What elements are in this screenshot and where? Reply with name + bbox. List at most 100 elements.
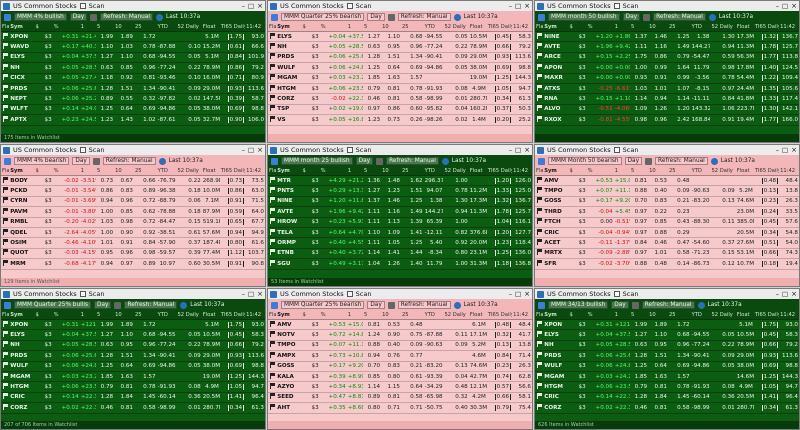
column-header[interactable]: Sym — [543, 168, 568, 174]
filter-icon[interactable] — [4, 13, 11, 21]
column-header[interactable]: 10 — [648, 312, 668, 318]
table-row[interactable]: AMV $3 +0.53+15.01% 0.81 0.53 0.48 6.1M 0.48 48.… — [268, 320, 532, 331]
flag-icon[interactable] — [268, 187, 276, 195]
minimize-icon[interactable]: – — [509, 290, 512, 298]
refresh-dropdown[interactable]: Refresh: Manual — [397, 13, 451, 21]
table-row[interactable]: PNTS$3+0.29+13.19%1.271.231.5194.070.781… — [268, 186, 532, 197]
column-header[interactable]: Sym — [543, 312, 568, 318]
column-header[interactable]: 10 — [381, 24, 401, 30]
table-row[interactable]: PRDS $3 +0.06+25.60% 1.28 1.51 1.34-90.41 0.09… — [268, 53, 532, 64]
flag-icon[interactable] — [1, 372, 9, 381]
column-header[interactable]: 1 — [347, 312, 363, 318]
column-header[interactable]: Float — [202, 168, 220, 174]
table-row[interactable]: TELA $3 +0.64+4.70% 1.10 1.09 1.41-12.11 0.823… — [268, 228, 532, 239]
period-dropdown[interactable]: Day — [624, 157, 643, 165]
flag-icon[interactable] — [268, 105, 276, 113]
column-header[interactable]: Float — [736, 168, 754, 174]
column-header[interactable]: 25 — [134, 24, 157, 30]
column-header[interactable]: 10 — [381, 168, 401, 174]
settings-icon[interactable] — [90, 13, 98, 21]
table-row[interactable]: PAVM $3 -0.01-3.80% 1.00 0.85 0.62-78.88 0.188… — [1, 207, 265, 218]
minimize-icon[interactable]: – — [242, 146, 245, 154]
flag-icon[interactable] — [1, 105, 9, 113]
column-header[interactable]: 52 Daily — [443, 24, 468, 30]
flag-icon[interactable] — [268, 239, 276, 247]
scan-checkbox[interactable] — [346, 147, 353, 153]
column-header[interactable]: Flag — [268, 168, 276, 174]
flag-icon[interactable] — [1, 74, 9, 82]
minimize-icon[interactable]: – — [776, 2, 779, 10]
table-row[interactable]: CRIC $3 +0.14+22.34% 1.28 1.84 1.45-60.14 0.36… — [1, 393, 265, 404]
flag-icon[interactable] — [268, 228, 276, 237]
settings-icon[interactable] — [114, 301, 122, 309]
refresh-dropdown[interactable]: Refresh: Manual — [100, 13, 153, 21]
filter-icon[interactable] — [538, 301, 545, 309]
flag-icon[interactable] — [268, 53, 276, 61]
column-header[interactable]: 10 — [381, 312, 401, 318]
filter-icon[interactable] — [271, 301, 278, 309]
table-row[interactable]: GOSS $3 +0.17+9.20% 0.70 0.83 0.21-83.20 0.137… — [535, 197, 799, 208]
maximize-icon[interactable]: □ — [515, 146, 521, 154]
panel-titlebar[interactable]: US Common Stocks Scan – □ × — [1, 145, 265, 155]
period-dropdown[interactable]: Day — [69, 13, 88, 21]
close-icon[interactable]: × — [524, 2, 530, 10]
column-header[interactable]: 25 — [134, 312, 157, 318]
period-dropdown[interactable]: Day — [367, 301, 385, 309]
filter-icon[interactable] — [271, 157, 278, 165]
panel-titlebar[interactable]: US Common Stocks Scan – □ × — [535, 289, 799, 299]
column-header[interactable]: YTD — [157, 24, 177, 30]
table-row[interactable]: AZYO $3 +0.34+8.93% 1.14 1.15 0.64-34.29 0.481… — [268, 382, 532, 393]
column-header[interactable]: Sym — [276, 168, 301, 174]
table-row[interactable]: SGU $3 +0.49+3.17% 1.04 1.26 1.4011.79 1.0031.… — [268, 259, 532, 270]
flag-icon[interactable] — [535, 105, 543, 113]
strategy-dropdown[interactable]: MMM Quarter 25% bearish — [281, 13, 365, 21]
column-header[interactable]: 10 — [114, 24, 134, 30]
column-header[interactable]: % — [53, 312, 80, 318]
column-header[interactable]: Flag — [535, 168, 543, 174]
settings-icon[interactable] — [92, 157, 100, 165]
close-icon[interactable]: × — [791, 2, 797, 10]
settings-icon[interactable] — [387, 301, 395, 309]
flag-icon[interactable] — [535, 95, 543, 103]
flag-icon[interactable] — [268, 74, 276, 82]
column-header[interactable]: 1 — [614, 312, 630, 318]
table-row[interactable]: ELYS $3 +0.04+37.50% 1.27 1.10 0.68-94.55 0.05… — [1, 330, 265, 341]
panel-titlebar[interactable]: US Common Stocks Scan – □ × — [535, 1, 799, 11]
panel-titlebar[interactable]: US Common Stocks Scan – □ × — [268, 1, 532, 11]
column-header[interactable]: YTD — [424, 312, 444, 318]
table-row[interactable]: PRDS $3 +0.06+25.60% 1.28 1.51 1.34-90.41 0.09… — [1, 351, 265, 362]
column-header[interactable]: 5 — [96, 24, 114, 30]
table-row[interactable]: BODY $3 -0.02-3.51% 0.73 0.67 0.66-76.79 0.222… — [1, 176, 265, 187]
table-row[interactable]: XPON $3 +0.31+21.41% 1.99 1.89 1.72 5.1M 1.75 93… — [1, 32, 265, 43]
flag-icon[interactable] — [268, 331, 276, 339]
close-icon[interactable]: × — [524, 146, 530, 154]
table-row[interactable]: NINE $3 +1.20+1.86% 1.37 1.46 1.25 1.38 1.3017.… — [535, 32, 799, 43]
column-header[interactable]: Float — [469, 312, 487, 318]
maximize-icon[interactable]: □ — [248, 146, 254, 154]
table-row[interactable]: RNA$3+0.15+1.10%1.140.941.14-11.110.8441… — [535, 94, 799, 105]
flag-icon[interactable] — [268, 95, 276, 103]
maximize-icon[interactable]: □ — [782, 290, 788, 298]
table-row[interactable]: QDEL $3 -2.64-4.05% 1.00 0.90 0.92-38.51 0.615… — [1, 228, 265, 239]
close-icon[interactable]: × — [257, 290, 263, 298]
strategy-dropdown[interactable]: MMM 4% bearish — [14, 157, 70, 165]
flag-icon[interactable] — [535, 362, 543, 370]
flag-icon[interactable] — [268, 249, 276, 257]
table-row[interactable]: ELYS $3 +0.04+37.50% 1.27 1.10 0.68-94.55 0.05… — [268, 32, 532, 43]
column-header[interactable]: 5 — [363, 168, 381, 174]
strategy-dropdown[interactable]: MMM Quarter 25% bearish — [281, 301, 365, 309]
table-row[interactable]: NOTV $3 +0.72+14.88% 1.24 0.90 0.75-87.88 0.11… — [268, 330, 532, 341]
column-header[interactable]: TI65 Daily — [487, 312, 512, 318]
column-header[interactable]: 52 Daily — [710, 312, 735, 318]
flag-icon[interactable] — [268, 320, 276, 329]
column-header[interactable]: 10 — [648, 24, 668, 30]
column-header[interactable]: 25 — [401, 168, 424, 174]
flag-icon[interactable] — [535, 115, 543, 124]
column-header[interactable]: $ — [35, 24, 53, 30]
column-header[interactable]: YTD — [424, 168, 444, 174]
flag-icon[interactable] — [535, 53, 543, 61]
flag-icon[interactable] — [535, 228, 543, 237]
column-header[interactable]: Sym — [9, 168, 34, 174]
table-row[interactable]: APTX $3 +0.23+24.52% 1.23 1.43 1.02-87.61 0.05… — [1, 115, 265, 126]
filter-icon[interactable] — [4, 301, 11, 309]
